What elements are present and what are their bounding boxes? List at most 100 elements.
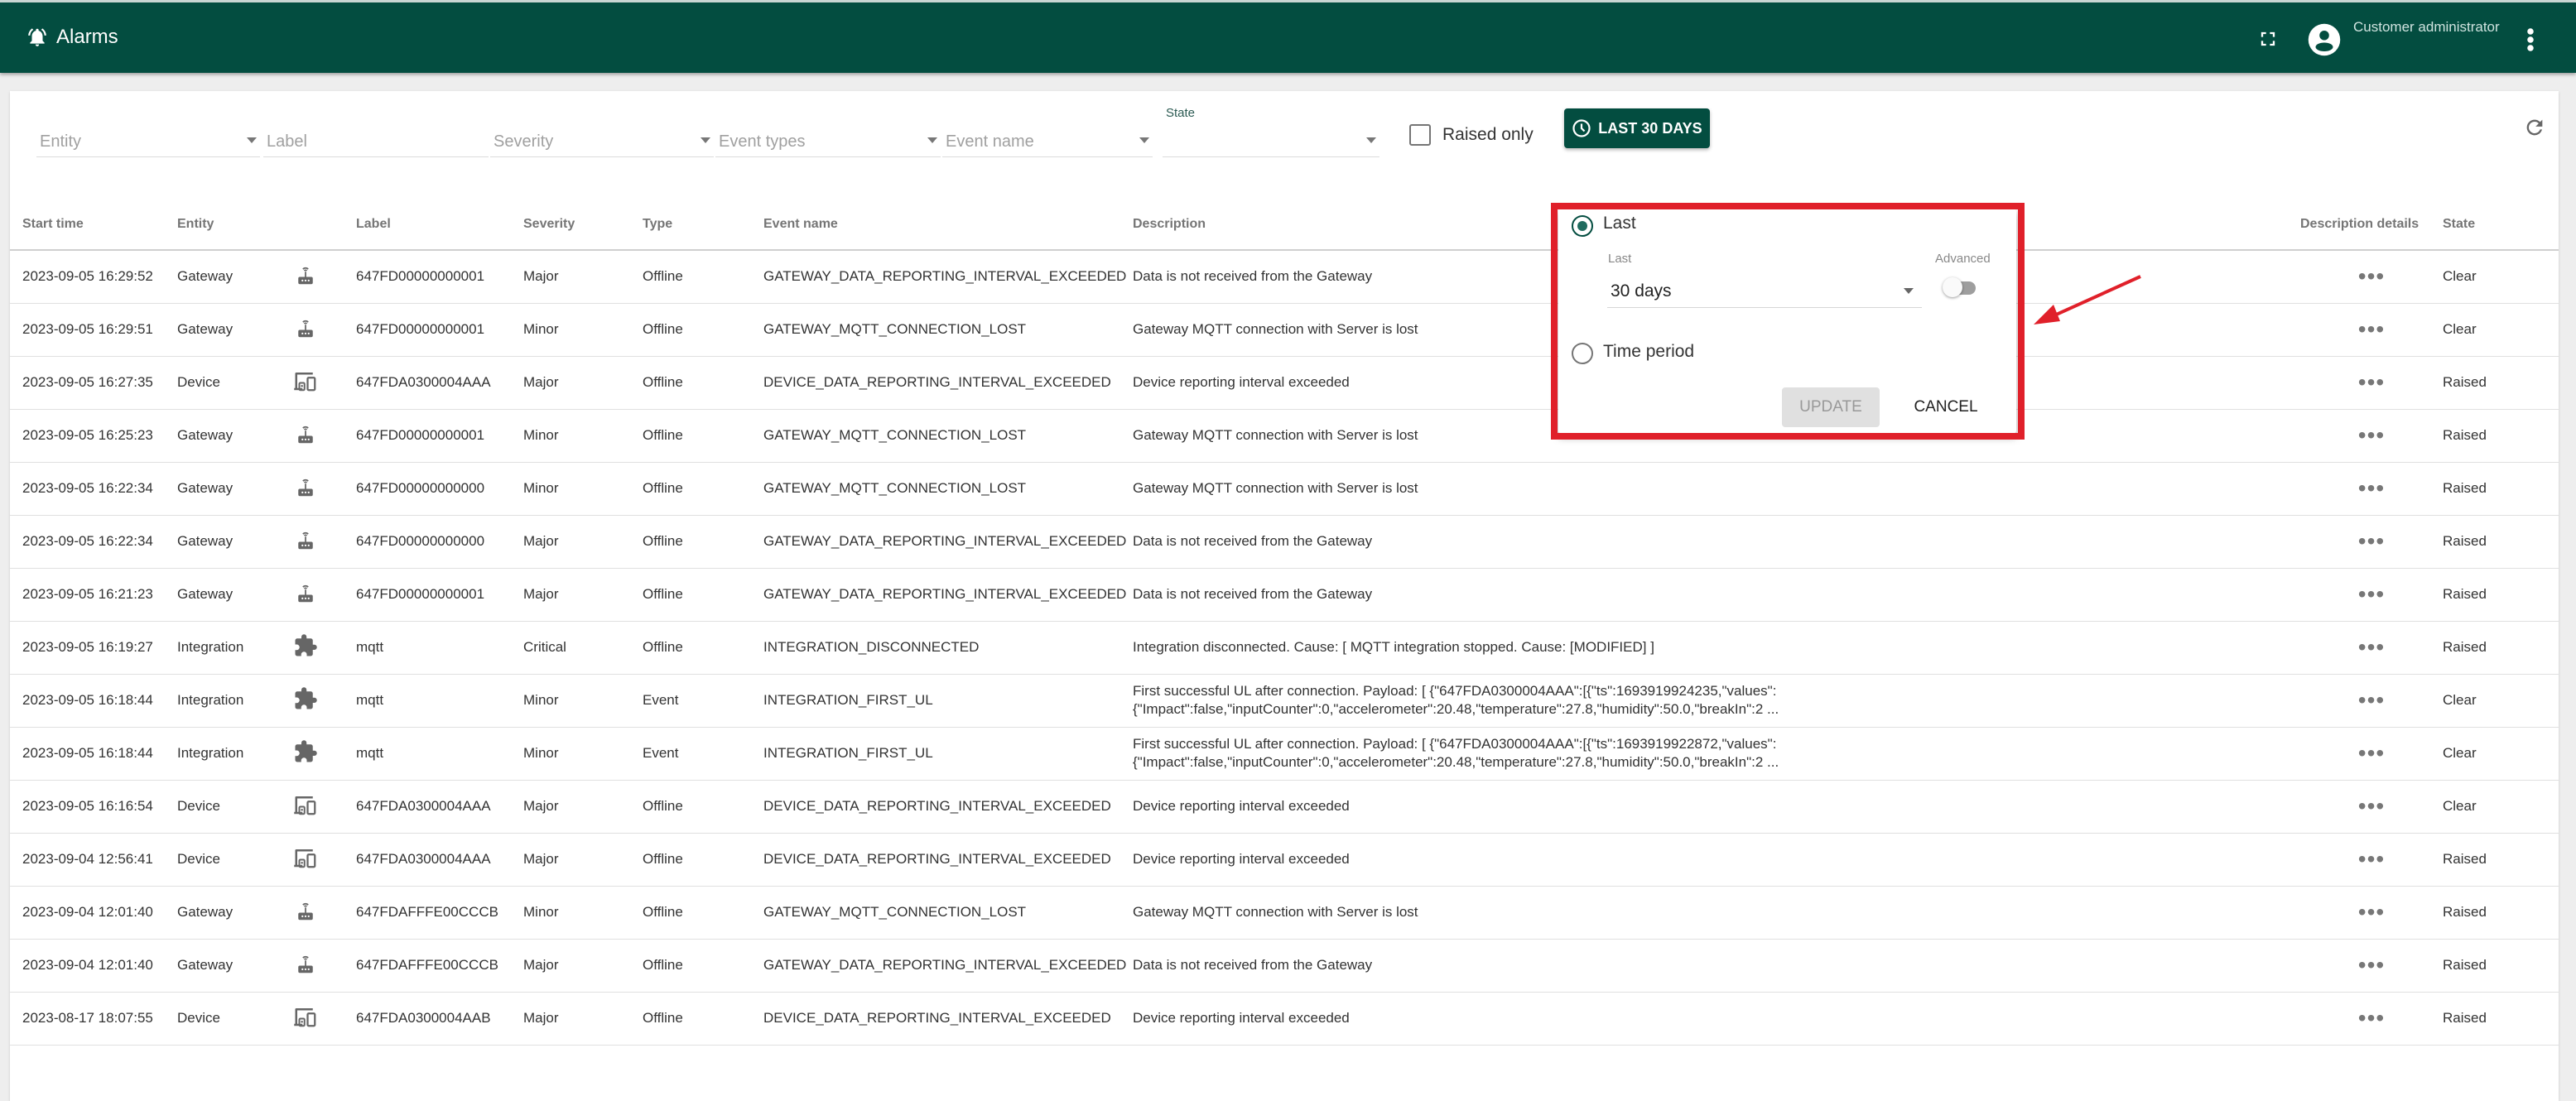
start-time-cell: 2023-09-05 16:25:23 <box>10 409 177 463</box>
start-time-cell: 2023-09-05 16:19:27 <box>10 621 177 675</box>
start-time-cell: 2023-09-05 16:22:34 <box>10 515 177 569</box>
event-name-cell: DEVICE_DATA_REPORTING_INTERVAL_EXCEEDED <box>763 992 1133 1046</box>
type-cell: Event <box>643 674 763 728</box>
start-time-cell: 2023-09-05 16:29:51 <box>10 303 177 357</box>
description-details-button[interactable]: ••• <box>2300 727 2443 781</box>
column-header[interactable]: Severity <box>523 199 643 251</box>
table-row[interactable]: 2023-09-05 16:29:51 Gateway 647FD000000000… <box>10 303 2559 357</box>
entity-select[interactable]: Entity <box>36 124 260 157</box>
description-details-button[interactable]: ••• <box>2300 886 2443 940</box>
description-details-button[interactable]: ••• <box>2300 780 2443 834</box>
label-cell: 647FD00000000001 <box>356 250 523 304</box>
column-header[interactable]: Label <box>356 199 523 251</box>
state-select[interactable]: State <box>1163 106 1379 157</box>
raised-only-checkbox[interactable]: Raised only <box>1409 124 1534 146</box>
table-row[interactable]: 2023-09-05 16:27:35 Device 647FDA0300004AA… <box>10 356 2559 410</box>
label-cell: 647FDA0300004AAA <box>356 833 523 887</box>
event-types-placeholder: Event types <box>719 132 806 151</box>
event-name-cell: GATEWAY_DATA_REPORTING_INTERVAL_EXCEEDED <box>763 939 1133 993</box>
description-text: Gateway MQTT connection with Server is l… <box>1133 904 1418 920</box>
description-details-button[interactable]: ••• <box>2300 250 2443 304</box>
column-header[interactable]: State <box>2443 199 2559 251</box>
table-row[interactable]: 2023-09-05 16:18:44 Integration mqtt Minor E… <box>10 674 2559 728</box>
table-row[interactable]: 2023-09-05 16:22:34 Gateway 647FD000000000… <box>10 462 2559 516</box>
description-details-button[interactable]: ••• <box>2300 303 2443 357</box>
description-text: Device reporting interval exceeded <box>1133 851 1350 867</box>
start-time-cell: 2023-09-05 16:16:54 <box>10 780 177 834</box>
description-details-button[interactable]: ••• <box>2300 621 2443 675</box>
event-name-cell: INTEGRATION_DISCONNECTED <box>763 621 1133 675</box>
start-time-cell: 2023-09-04 12:01:40 <box>10 886 177 940</box>
table-row[interactable]: 2023-09-04 12:01:40 Gateway 647FDAFFFE00CC… <box>10 939 2559 993</box>
state-cell: Raised <box>2443 356 2559 410</box>
table-row[interactable]: 2023-09-05 16:16:54 Device 647FDA0300004AA… <box>10 780 2559 834</box>
checkbox-box[interactable] <box>1409 124 1431 146</box>
description-cell: Gateway MQTT connection with Server is l… <box>1133 462 2300 516</box>
severity-cell: Major <box>523 356 643 410</box>
entity-type-icon-cell <box>293 409 356 463</box>
table-row[interactable]: 2023-09-05 16:18:44 Integration mqtt Minor E… <box>10 727 2559 781</box>
type-cell: Offline <box>643 833 763 887</box>
column-header[interactable]: Type <box>643 199 763 251</box>
table-row[interactable]: 2023-09-05 16:25:23 Gateway 647FD000000000… <box>10 409 2559 463</box>
description-text: Data is not received from the Gateway <box>1133 957 1373 973</box>
state-cell: Raised <box>2443 462 2559 516</box>
fullscreen-icon[interactable] <box>2256 27 2280 50</box>
description-cell: Device reporting interval exceeded <box>1133 833 2300 887</box>
description-details-button[interactable]: ••• <box>2300 409 2443 463</box>
description-details-button[interactable]: ••• <box>2300 515 2443 569</box>
filter-bar: Entity Label Severity Event types Event … <box>10 91 2559 190</box>
severity-select[interactable]: Severity <box>490 124 714 157</box>
alarms-card: Entity Label Severity Event types Event … <box>10 91 2559 1101</box>
type-cell: Offline <box>643 356 763 410</box>
label-cell: 647FDA0300004AAA <box>356 780 523 834</box>
highlight-frame <box>1551 203 2025 440</box>
description-cell: Device reporting interval exceeded <box>1133 780 2300 834</box>
account-circle-icon[interactable] <box>2307 22 2342 57</box>
severity-cell: Critical <box>523 621 643 675</box>
column-header[interactable]: Start time <box>10 199 177 251</box>
start-time-cell: 2023-09-05 16:29:52 <box>10 250 177 304</box>
table-row[interactable]: 2023-09-04 12:01:40 Gateway 647FDAFFFE00CC… <box>10 886 2559 940</box>
start-time-cell: 2023-09-05 16:21:23 <box>10 568 177 622</box>
time-range-button[interactable]: LAST 30 DAYS <box>1564 108 1710 148</box>
description-details-button[interactable]: ••• <box>2300 356 2443 410</box>
dropdown-arrow-icon <box>1139 137 1149 143</box>
table-row[interactable]: 2023-09-05 16:29:52 Gateway 647FD000000000… <box>10 250 2559 304</box>
description-cell: First successful UL after connection. Pa… <box>1133 727 2300 781</box>
table-row[interactable]: 2023-08-17 18:07:55 Device 647FDA0300004AA… <box>10 992 2559 1046</box>
table-row[interactable]: 2023-09-05 16:22:34 Gateway 647FD000000000… <box>10 515 2559 569</box>
table-row[interactable]: 2023-09-05 16:19:27 Integration mqtt Critic… <box>10 621 2559 675</box>
more-vert-icon[interactable] <box>2525 27 2535 52</box>
label-input[interactable]: Label <box>263 124 489 157</box>
column-header[interactable]: Description details <box>2300 199 2443 251</box>
description-details-button[interactable]: ••• <box>2300 992 2443 1046</box>
description-details-button[interactable]: ••• <box>2300 939 2443 993</box>
description-details-button[interactable]: ••• <box>2300 833 2443 887</box>
event-name-cell: GATEWAY_MQTT_CONNECTION_LOST <box>763 462 1133 516</box>
column-header[interactable]: Event name <box>763 199 1133 251</box>
description-details-button[interactable]: ••• <box>2300 568 2443 622</box>
entity-type-icon-cell <box>293 568 356 622</box>
user-name[interactable]: Customer administrator <box>2353 19 2500 36</box>
entity-cell: Gateway <box>177 462 293 516</box>
severity-cell: Major <box>523 992 643 1046</box>
type-cell: Offline <box>643 992 763 1046</box>
table-row[interactable]: 2023-09-04 12:56:41 Device 647FDA0300004AA… <box>10 833 2559 887</box>
type-cell: Offline <box>643 780 763 834</box>
label-cell: 647FDA0300004AAB <box>356 992 523 1046</box>
severity-cell: Minor <box>523 886 643 940</box>
type-cell: Offline <box>643 303 763 357</box>
severity-cell: Major <box>523 515 643 569</box>
entity-cell: Integration <box>177 727 293 781</box>
description-details-button[interactable]: ••• <box>2300 674 2443 728</box>
event-name-select[interactable]: Event name <box>942 124 1153 157</box>
event-types-select[interactable]: Event types <box>715 124 941 157</box>
refresh-icon[interactable] <box>2523 116 2546 139</box>
table-row[interactable]: 2023-09-05 16:21:23 Gateway 647FD000000000… <box>10 568 2559 622</box>
column-header[interactable]: Entity <box>177 199 293 251</box>
description-details-button[interactable]: ••• <box>2300 462 2443 516</box>
label-cell: mqtt <box>356 674 523 728</box>
description-text: Device reporting interval exceeded <box>1133 1010 1350 1026</box>
description-text: First successful UL after connection. Pa… <box>1133 683 1777 699</box>
